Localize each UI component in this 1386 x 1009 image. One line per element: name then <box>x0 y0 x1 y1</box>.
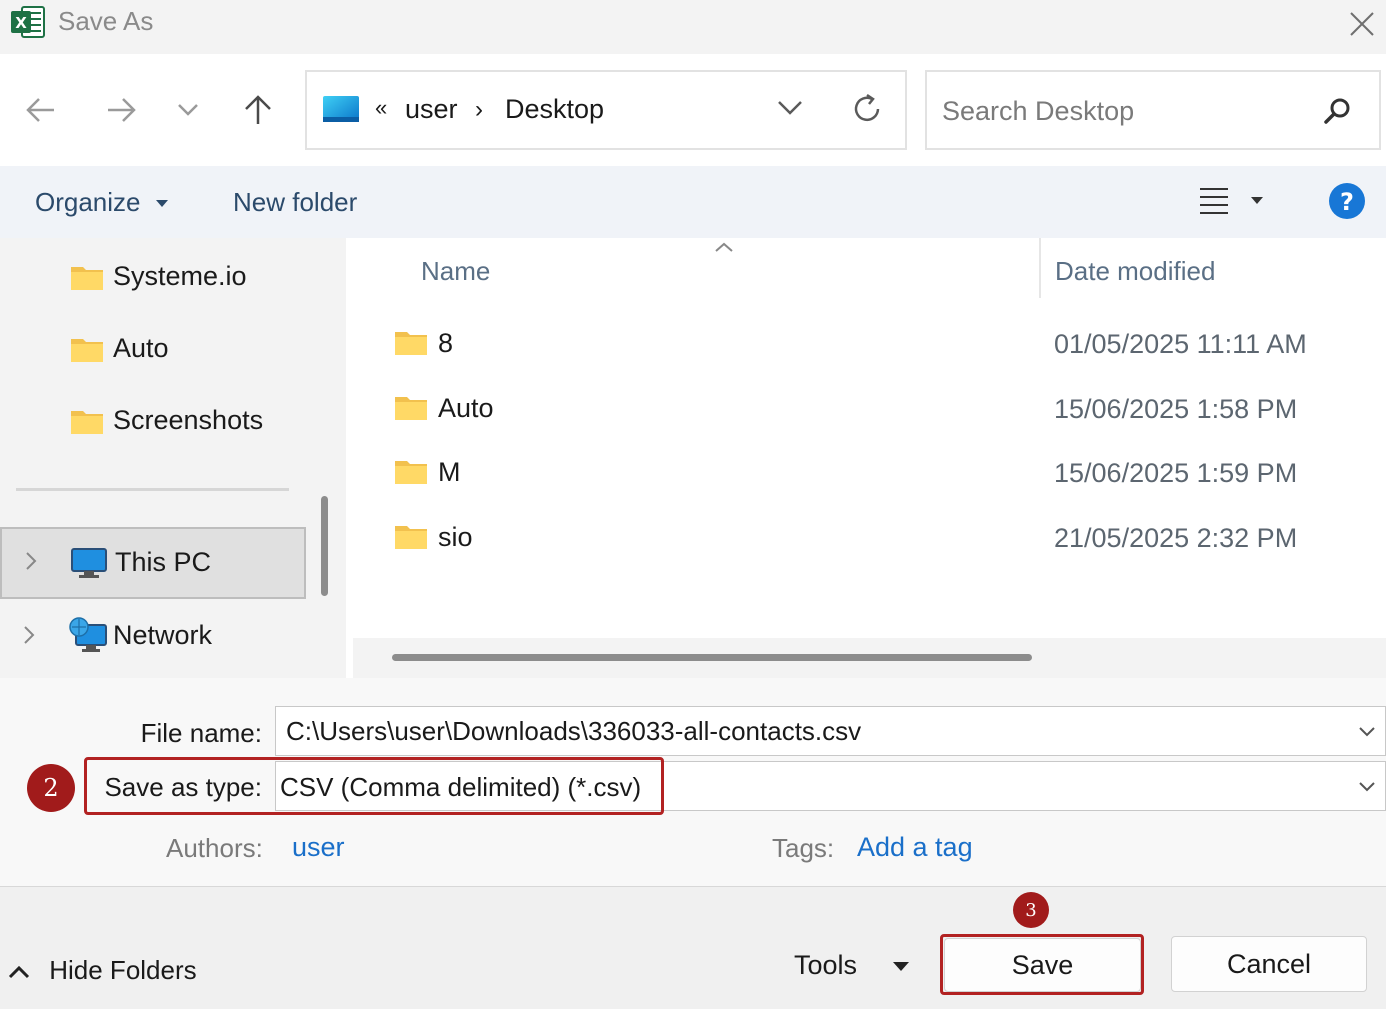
file-name-label: File name: <box>140 718 262 748</box>
file-name: Auto <box>438 393 494 423</box>
folder-icon <box>71 411 103 434</box>
sidebar-item-network[interactable]: Network <box>0 602 306 668</box>
tools-menu[interactable]: Tools <box>794 950 909 981</box>
caret-down-icon <box>155 200 168 208</box>
column-header-name[interactable]: Name <box>421 256 490 287</box>
arrow-up-icon <box>245 95 271 124</box>
excel-icon: X <box>10 5 46 39</box>
step-badge: 3 <box>1013 892 1049 928</box>
authors-label: Authors: <box>166 833 263 863</box>
arrow-right-icon <box>108 98 136 122</box>
cancel-button[interactable]: Cancel <box>1171 936 1367 992</box>
table-row[interactable]: M 15/06/2025 1:59 PM <box>392 451 1382 501</box>
chevron-down-icon[interactable] <box>1358 781 1376 793</box>
refresh-button[interactable] <box>850 92 884 131</box>
column-header-date[interactable]: Date modified <box>1055 256 1215 287</box>
sidebar-item-label: Auto <box>113 333 169 363</box>
tools-label: Tools <box>794 950 858 980</box>
file-list-scrollbar-thumb[interactable] <box>392 654 1032 661</box>
back-button[interactable] <box>16 85 66 135</box>
arrow-left-icon <box>26 98 54 122</box>
sidebar-item-label: This PC <box>115 547 212 577</box>
organize-menu[interactable]: Organize <box>35 187 168 218</box>
sidebar-item-this-pc[interactable]: This PC <box>0 527 306 599</box>
search-box[interactable]: Search Desktop <box>925 70 1381 150</box>
folder-icon <box>395 332 427 355</box>
computer-icon <box>71 548 107 578</box>
sidebar-item-label: Systeme.io <box>113 261 247 291</box>
file-name-input[interactable]: C:\Users\user\Downloads\336033-all-conta… <box>286 716 861 747</box>
view-options-button[interactable] <box>1198 186 1270 221</box>
svg-text:?: ? <box>1340 188 1354 216</box>
sidebar-item-auto[interactable]: Auto <box>0 315 306 381</box>
title-bar <box>0 0 1386 54</box>
chevron-right-icon[interactable] <box>24 550 38 572</box>
folder-icon <box>395 397 427 420</box>
breadcrumb-desktop[interactable]: Desktop <box>505 94 604 125</box>
network-icon <box>69 617 107 652</box>
tags-label: Tags: <box>772 833 835 863</box>
breadcrumb-overflow[interactable]: « <box>375 95 387 121</box>
address-bar[interactable]: « user › Desktop <box>305 70 907 150</box>
sidebar-item-screenshots[interactable]: Screenshots <box>0 387 306 453</box>
svg-text:X: X <box>15 14 27 32</box>
sidebar-item-systeme[interactable]: Systeme.io <box>0 243 306 309</box>
chevron-down-icon[interactable] <box>1358 726 1376 738</box>
file-name: sio <box>438 522 473 552</box>
organize-label: Organize <box>35 187 141 217</box>
file-date: 15/06/2025 1:58 PM <box>1054 394 1298 424</box>
sidebar-item-label: Network <box>113 620 213 650</box>
sidebar-scrollbar[interactable] <box>306 238 346 678</box>
desktop-icon <box>322 95 360 128</box>
add-tag-link[interactable]: Add a tag <box>857 832 973 863</box>
file-date: 21/05/2025 2:32 PM <box>1054 523 1298 553</box>
file-name: 8 <box>438 328 454 358</box>
sidebar-item-label: Screenshots <box>113 405 264 435</box>
breadcrumb-user[interactable]: user <box>405 94 458 125</box>
caret-down-icon <box>892 961 909 971</box>
search-icon[interactable] <box>1322 96 1352 131</box>
chevron-right-icon[interactable] <box>22 624 36 646</box>
table-row[interactable]: Auto 15/06/2025 1:58 PM <box>392 387 1382 437</box>
window-title: Save As <box>58 6 154 36</box>
up-button[interactable] <box>233 85 283 135</box>
search-input[interactable]: Search Desktop <box>942 96 1134 127</box>
refresh-icon <box>854 93 880 122</box>
close-button[interactable] <box>1340 4 1384 44</box>
file-date: 01/05/2025 11:11 AM <box>1054 329 1307 359</box>
breadcrumb-separator: › <box>475 96 483 123</box>
hide-folders-label: Hide Folders <box>49 955 197 985</box>
forward-button[interactable] <box>96 85 146 135</box>
address-dropdown-button[interactable] <box>777 100 803 121</box>
folder-icon <box>395 526 427 549</box>
folder-icon <box>71 267 103 290</box>
highlight-box <box>84 757 664 815</box>
sidebar-scrollbar-thumb[interactable] <box>321 496 328 596</box>
chevron-down-icon <box>778 101 802 115</box>
hide-folders-button[interactable]: Hide Folders <box>8 955 197 986</box>
file-name-field[interactable]: C:\Users\user\Downloads\336033-all-conta… <box>275 706 1386 756</box>
close-icon <box>1350 12 1374 36</box>
column-divider[interactable] <box>1039 238 1041 298</box>
chevron-down-icon <box>178 104 198 116</box>
file-name: M <box>438 457 461 487</box>
sidebar-divider <box>16 488 289 491</box>
authors-link[interactable]: user <box>292 832 345 863</box>
step-badge: 2 <box>27 764 75 812</box>
folder-icon <box>395 461 427 484</box>
sort-up-icon <box>714 240 734 258</box>
help-button[interactable]: ? <box>1328 182 1366 225</box>
file-date: 15/06/2025 1:59 PM <box>1054 458 1298 488</box>
table-row[interactable]: 8 01/05/2025 11:11 AM <box>392 322 1382 372</box>
command-bar <box>0 166 1386 238</box>
folder-icon <box>71 339 103 362</box>
new-folder-button[interactable]: New folder <box>233 187 357 218</box>
highlight-box <box>940 934 1144 995</box>
view-list-icon <box>1200 188 1263 214</box>
chevron-up-icon <box>8 966 30 979</box>
table-row[interactable]: sio 21/05/2025 2:32 PM <box>392 516 1382 566</box>
recent-locations-button[interactable] <box>163 85 213 135</box>
help-icon: ? <box>1329 183 1365 219</box>
